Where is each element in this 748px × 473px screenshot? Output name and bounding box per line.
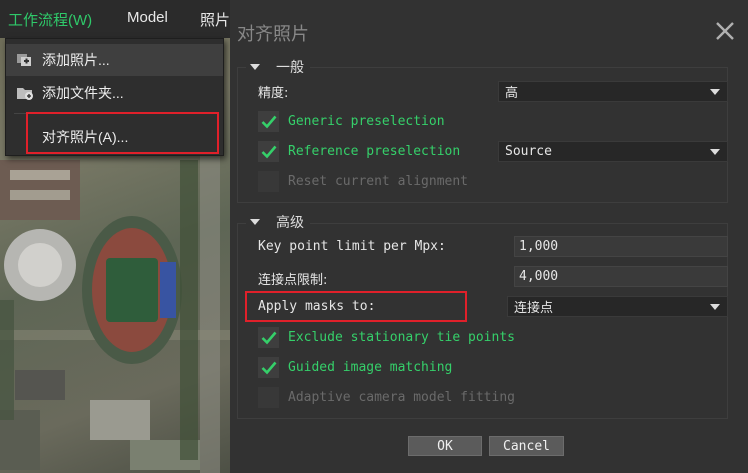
apply-masks-select[interactable]: 连接点 — [507, 296, 728, 317]
menu-photo[interactable]: 照片 — [200, 9, 230, 30]
adaptive-fitting-row: Adaptive camera model fitting — [258, 387, 515, 408]
add-folder-icon — [16, 84, 34, 102]
generic-preselection-label: Generic preselection — [288, 114, 445, 129]
keypoint-limit-label: Key point limit per Mpx: — [258, 239, 446, 254]
reference-preselection-checkbox[interactable] — [258, 141, 279, 162]
exclude-stationary-row: Exclude stationary tie points — [258, 327, 515, 348]
keypoint-limit-input[interactable]: 1,000 — [514, 236, 728, 257]
close-button[interactable] — [714, 20, 736, 42]
reset-alignment-row: Reset current alignment — [258, 171, 468, 192]
accuracy-select-value: 高 — [505, 86, 519, 101]
apply-masks-value: 连接点 — [514, 301, 554, 316]
menu-item-add-folder[interactable]: 添加文件夹... — [6, 77, 223, 109]
reference-mode-select[interactable]: Source — [498, 141, 728, 162]
chevron-down-icon — [710, 149, 720, 155]
menu-item-add-folder-label: 添加文件夹... — [42, 85, 124, 101]
advanced-group-header[interactable]: 高级 — [246, 212, 310, 232]
close-icon — [716, 22, 734, 40]
highlight-box-apply-masks — [245, 291, 467, 322]
general-group-title: 一般 — [276, 59, 304, 75]
dialog-title: 对齐照片 — [237, 24, 309, 44]
general-group-header[interactable]: 一般 — [246, 57, 310, 77]
guided-matching-label: Guided image matching — [288, 360, 453, 375]
advanced-group-title: 高级 — [276, 214, 304, 230]
align-photos-dialog: 对齐照片 精度: 高 Generic preselection Referenc… — [230, 0, 748, 473]
reference-mode-value: Source — [505, 144, 552, 159]
general-group: 精度: 高 Generic preselection Reference pre… — [237, 67, 728, 203]
reference-preselection-row: Reference preselection — [258, 141, 460, 162]
checkmark-icon — [261, 361, 276, 374]
menu-item-add-photos-label: 添加照片... — [42, 52, 110, 68]
reference-preselection-label: Reference preselection — [288, 144, 461, 159]
menu-item-add-photos[interactable]: 添加照片... — [6, 44, 223, 76]
guided-matching-checkbox[interactable] — [258, 357, 279, 378]
reset-alignment-checkbox[interactable] — [258, 171, 279, 192]
checkmark-icon — [261, 115, 276, 128]
menu-bar: 工作流程(W) Model 照片 — [0, 0, 230, 38]
exclude-stationary-checkbox[interactable] — [258, 327, 279, 348]
cancel-button[interactable]: Cancel — [489, 436, 564, 456]
generic-preselection-checkbox[interactable] — [258, 111, 279, 132]
adaptive-fitting-checkbox[interactable] — [258, 387, 279, 408]
checkmark-icon — [261, 331, 276, 344]
menu-model[interactable]: Model — [127, 9, 168, 26]
ok-button[interactable]: OK — [408, 436, 482, 456]
collapse-triangle-icon — [250, 64, 260, 70]
tiepoint-limit-input[interactable]: 4,000 — [514, 266, 728, 287]
add-photos-icon — [16, 51, 34, 69]
menu-workflow[interactable]: 工作流程(W) — [8, 9, 92, 30]
reset-alignment-label: Reset current alignment — [288, 174, 469, 189]
chevron-down-icon — [710, 304, 720, 310]
guided-matching-row: Guided image matching — [258, 357, 452, 378]
exclude-stationary-label: Exclude stationary tie points — [288, 330, 515, 345]
checkmark-icon — [261, 145, 276, 158]
generic-preselection-row: Generic preselection — [258, 111, 445, 132]
chevron-down-icon — [710, 89, 720, 95]
tiepoint-limit-label: 连接点限制: — [258, 273, 328, 288]
accuracy-label: 精度: — [258, 86, 289, 101]
highlight-box-align-photos — [26, 112, 219, 154]
accuracy-select[interactable]: 高 — [498, 81, 728, 102]
adaptive-fitting-label: Adaptive camera model fitting — [288, 390, 515, 405]
collapse-triangle-icon — [250, 219, 260, 225]
